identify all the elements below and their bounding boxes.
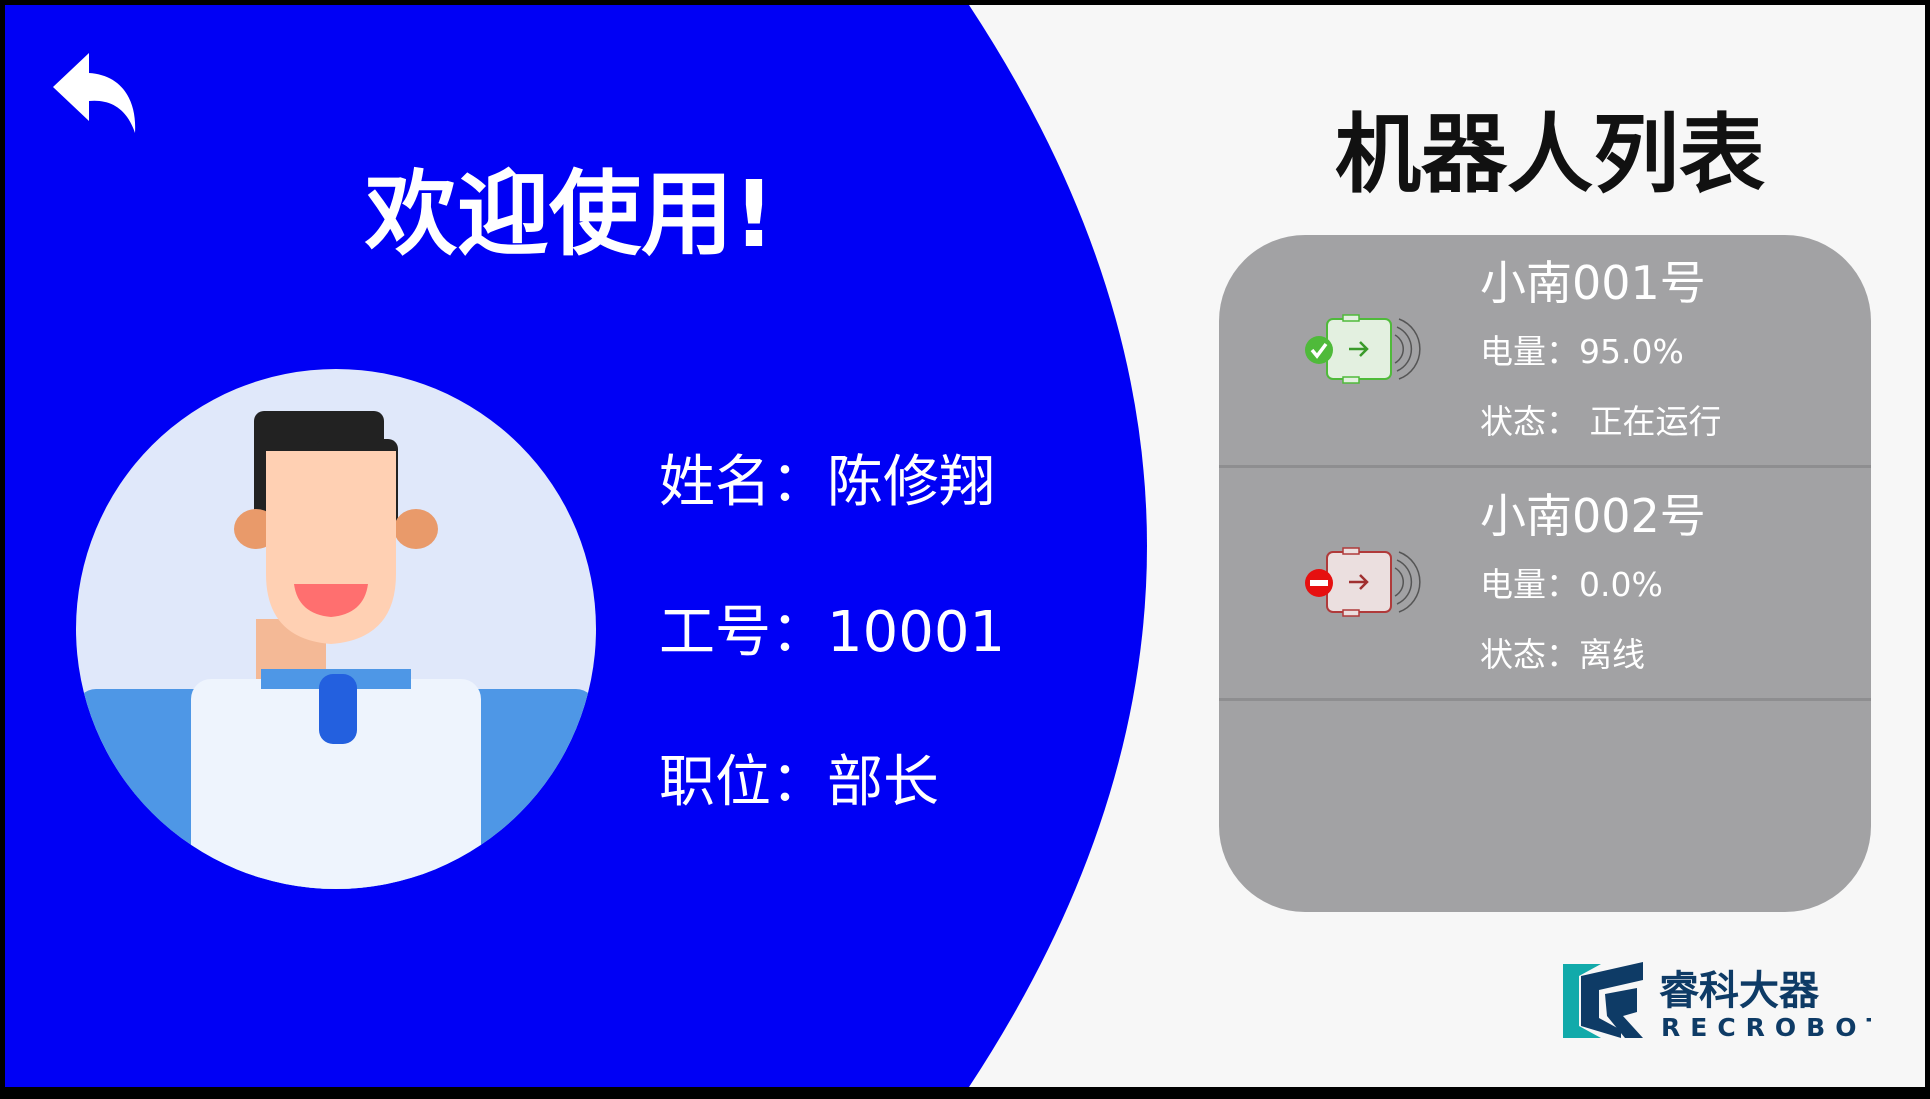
status-label: 状态：	[1480, 635, 1579, 674]
recrobot-logo: 睿科大器 RECROBOT	[1561, 960, 1884, 1042]
robot-online-icon	[1305, 314, 1421, 384]
position-value: 部长	[827, 750, 939, 815]
status-label: 状态：	[1480, 402, 1579, 441]
battery-value: 0.0%	[1579, 565, 1663, 604]
welcome-title: 欢迎使用!	[365, 161, 775, 268]
robot-name: 小南001号	[1480, 256, 1706, 310]
robot-list-title: 机器人列表	[1335, 105, 1765, 205]
robot-item[interactable]: 小南001号 电量：95.0% 状态： 正在运行	[1219, 235, 1871, 468]
battery-value: 95.0%	[1579, 332, 1684, 371]
position-row: 职位：部长	[659, 748, 939, 818]
robot-status: 状态： 正在运行	[1480, 400, 1722, 444]
position-label: 职位：	[659, 750, 827, 815]
avatar	[76, 369, 596, 889]
name-label: 姓名：	[659, 450, 827, 515]
robot-offline-icon	[1305, 547, 1421, 617]
robot-list: 小南001号 电量：95.0% 状态： 正在运行 小南002号 电量：0.0% …	[1219, 235, 1871, 912]
svg-text:睿科大器: 睿科大器	[1659, 968, 1820, 1014]
robot-name: 小南002号	[1480, 489, 1706, 543]
svg-text:RECROBOT: RECROBOT	[1661, 1013, 1871, 1042]
name-value: 陈修翔	[827, 450, 995, 515]
battery-label: 电量：	[1480, 332, 1579, 371]
robot-item[interactable]: 小南002号 电量：0.0% 状态：离线	[1219, 468, 1871, 701]
robot-battery: 电量：95.0%	[1480, 330, 1684, 374]
battery-label: 电量：	[1480, 565, 1579, 604]
id-row: 工号：10001	[659, 598, 1005, 668]
back-arrow-icon[interactable]	[49, 49, 139, 139]
status-value: 正在运行	[1579, 402, 1722, 441]
name-row: 姓名：陈修翔	[659, 448, 995, 518]
robot-status: 状态：离线	[1480, 633, 1645, 677]
screen: 欢迎使用! 姓名：陈修翔 工号：10001 职位：部长 机器人列表 小南001号…	[5, 5, 1925, 1087]
id-label: 工号：	[659, 600, 827, 665]
status-value: 离线	[1579, 635, 1645, 674]
id-value: 10001	[827, 600, 1006, 665]
robot-battery: 电量：0.0%	[1480, 563, 1663, 607]
